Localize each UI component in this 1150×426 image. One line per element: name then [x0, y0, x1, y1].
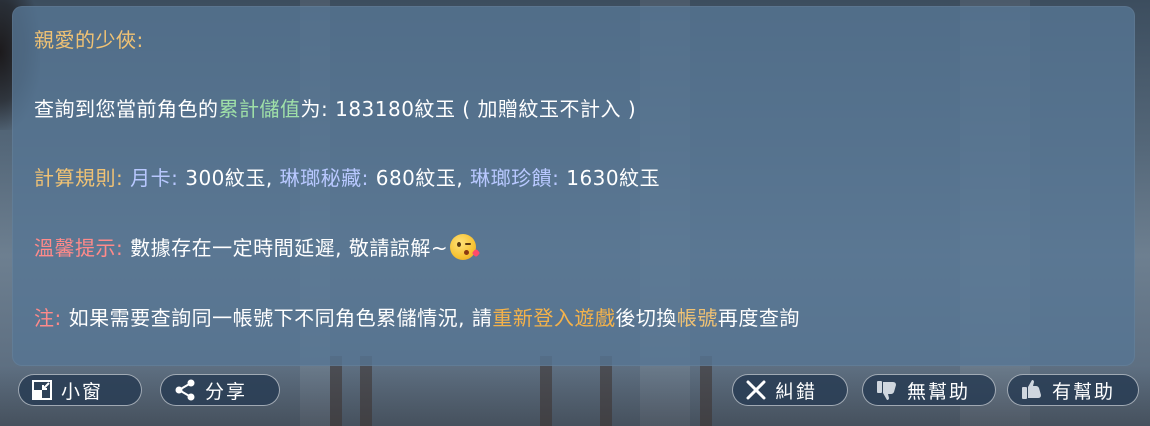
thumbs-down-icon [877, 381, 896, 400]
thumbs-up-icon [1022, 380, 1041, 399]
monthly-card-name: 月卡: [130, 166, 179, 190]
not-helpful-label: 無幫助 [907, 380, 971, 403]
small-window-button[interactable]: 小窗 [18, 374, 142, 406]
helpful-button[interactable]: 有幫助 [1007, 374, 1139, 406]
helpful-label: 有幫助 [1052, 380, 1116, 403]
calc-rules-line: 計算規則: 月卡: 300紋玉, 琳瑯秘藏: 680紋玉, 琳瑯珍饋: 1630… [34, 162, 660, 191]
greeting: 親愛的少俠: [34, 28, 144, 52]
note-prefix: 如果需要查詢同一帳號下不同角色累儲情況, 請 [68, 306, 493, 330]
treasure-name: 琳瑯秘藏: [279, 166, 369, 190]
share-icon [175, 379, 195, 401]
kissing-wink-emoji-icon [450, 234, 481, 260]
monthly-card-value: 300紋玉, [185, 166, 273, 190]
recharge-prefix: 查詢到您當前角色的 [34, 97, 219, 121]
recharge-amount: 为: 183180紋玉 ( 加贈紋玉不計入 ) [300, 97, 637, 121]
minimize-window-icon [32, 380, 52, 400]
tip-text: 數據存在一定時間延遲, 敬請諒解~ [130, 236, 449, 260]
note-line: 注: 如果需要查詢同一帳號下不同角色累儲情況, 請重新登入遊戲後切換帳號再度查詢 [34, 302, 800, 331]
close-x-icon [746, 380, 766, 400]
recharge-total-line: 查詢到您當前角色的累計儲值为: 183180紋玉 ( 加贈紋玉不計入 ) [34, 93, 636, 122]
small-window-label: 小窗 [61, 380, 104, 403]
note-label: 注: [34, 306, 62, 330]
calc-rules-label: 計算規則: [34, 166, 124, 190]
note-suffix: 再度查詢 [717, 306, 800, 330]
report-error-label: 糾錯 [775, 380, 818, 403]
account-link[interactable]: 帳號 [677, 306, 718, 330]
gift-name: 琳瑯珍饋: [470, 166, 560, 190]
gift-value: 1630紋玉 [566, 166, 661, 190]
tip-label: 溫馨提示: [34, 236, 124, 260]
recharge-highlight: 累計儲值 [218, 97, 301, 121]
report-error-button[interactable]: 糾錯 [732, 374, 848, 406]
treasure-value: 680紋玉, [375, 166, 464, 190]
share-button[interactable]: 分享 [160, 374, 280, 406]
note-middle: 後切換 [615, 306, 677, 330]
relogin-link[interactable]: 重新登入遊戲 [492, 306, 615, 330]
share-label: 分享 [205, 380, 248, 403]
tip-line: 溫馨提示: 數據存在一定時間延遲, 敬請諒解~ [34, 232, 481, 261]
message-panel: 親愛的少俠: 查詢到您當前角色的累計儲值为: 183180紋玉 ( 加贈紋玉不計… [12, 6, 1135, 366]
not-helpful-button[interactable]: 無幫助 [862, 374, 996, 406]
